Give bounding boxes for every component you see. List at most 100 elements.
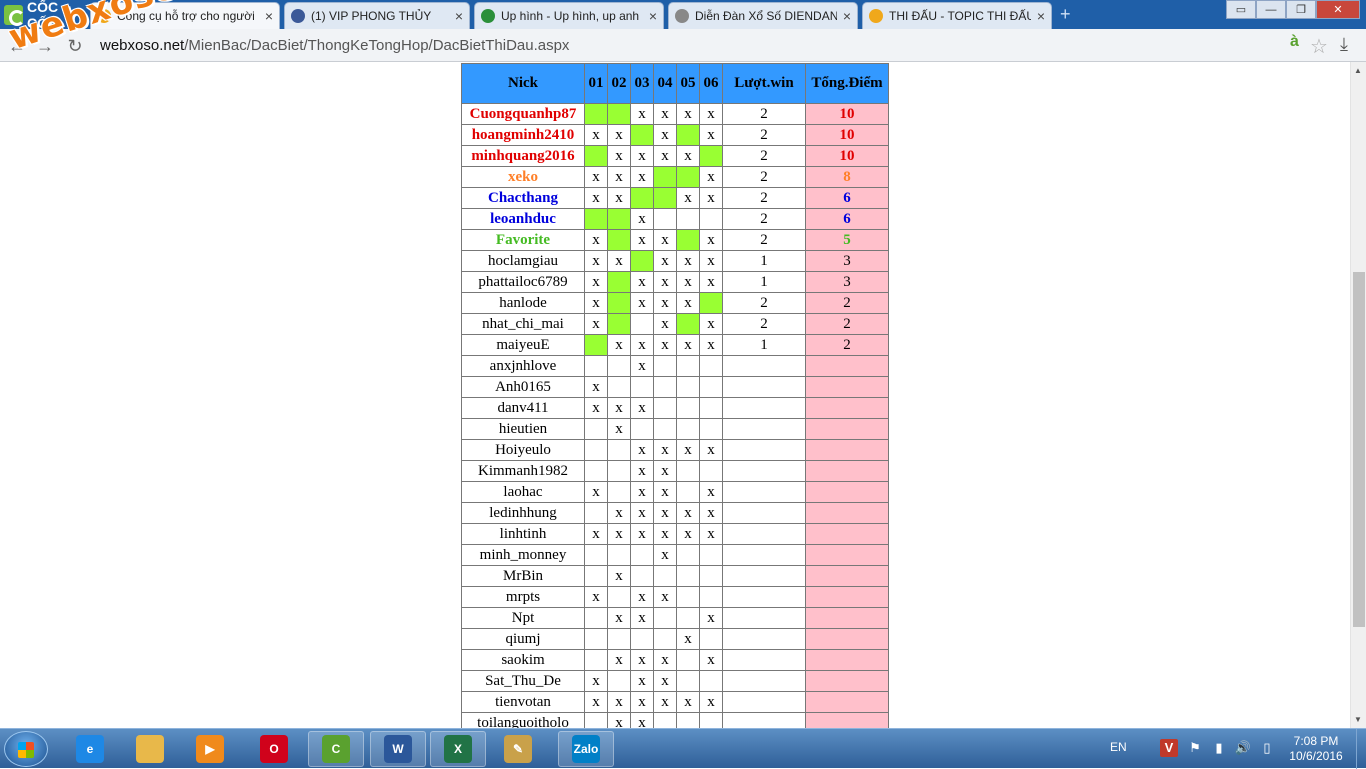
day-cell (607, 439, 631, 461)
day-cell (584, 607, 608, 629)
taskbar-app-button[interactable]: X (430, 731, 486, 767)
table-row: linhtinh x x x x x x (461, 523, 889, 545)
maximize-button[interactable]: ❐ (1286, 0, 1316, 19)
day-cell: x (607, 397, 631, 419)
day-cell (699, 355, 723, 377)
language-indicator[interactable]: EN (1110, 740, 1127, 754)
start-button[interactable] (4, 731, 48, 767)
page-icon (675, 9, 689, 23)
table-header-row: Nick 01 02 03 04 05 06 Lượt.win Tổng.Điểm (461, 63, 889, 104)
flag-icon[interactable]: ⚑ (1186, 739, 1204, 757)
day-cell: x (630, 229, 654, 251)
table-row: saokim x x x x (461, 649, 889, 671)
wins-cell (722, 355, 806, 377)
table-row: Kimmanh1982 x x (461, 460, 889, 482)
scroll-up-icon[interactable]: ▲ (1354, 66, 1362, 75)
day-cell: x (699, 607, 723, 629)
bookmark-star-icon[interactable]: ☆ (1310, 34, 1328, 59)
day-cell (653, 607, 677, 629)
day-cell (676, 649, 700, 671)
url-domain: webxoso.net (100, 37, 185, 54)
excel-icon: X (444, 735, 472, 763)
taskbar-app-button[interactable]: O (246, 731, 302, 767)
taskbar-app-button[interactable]: C (308, 731, 364, 767)
media-player-icon: ▶ (196, 735, 224, 763)
points-cell (805, 439, 889, 461)
table-row: Chacthang x x x x 2 6 (461, 187, 889, 209)
close-tab-icon[interactable]: × (1037, 8, 1045, 24)
points-cell (805, 649, 889, 671)
translate-icon[interactable]: à (1290, 33, 1299, 51)
taskbar-app-button[interactable]: W (370, 731, 426, 767)
battery-icon[interactable]: ▯ (1258, 739, 1276, 757)
day-cell: x (676, 292, 700, 314)
day-cell: x (699, 250, 723, 272)
table-row: MrBin x (461, 565, 889, 587)
day-cell: x (630, 586, 654, 608)
nick-cell: anxjnhlove (461, 355, 585, 377)
nick-cell: Sat_Thu_De (461, 670, 585, 692)
nick-cell: toilanguoitholo (461, 712, 585, 728)
header-day: 06 (699, 63, 723, 104)
scroll-thumb[interactable] (1353, 272, 1365, 627)
volume-icon[interactable]: 🔊 (1234, 739, 1252, 757)
day-cell: x (607, 418, 631, 440)
browser-tab[interactable]: THI ĐẤU - TOPIC THI ĐẤU × (862, 2, 1052, 29)
taskbar-app-button[interactable]: e (62, 731, 118, 767)
show-desktop-button[interactable] (1356, 729, 1366, 769)
day-cell: x (584, 292, 608, 314)
nick-cell: Hoiyeulo (461, 439, 585, 461)
day-cell: x (676, 628, 700, 650)
points-cell: 2 (805, 334, 889, 356)
url-field[interactable]: webxoso.net/MienBac/DacBiet/ThongKeTongH… (100, 35, 569, 57)
wins-cell (722, 586, 806, 608)
table-row: Cuongquanhp87 x x x x 2 10 (461, 103, 889, 125)
browser-tab[interactable]: (1) VIP PHONG THỦY × (284, 2, 470, 29)
close-tab-icon[interactable]: × (843, 8, 851, 24)
close-tab-icon[interactable]: × (265, 8, 273, 24)
day-cell: x (630, 460, 654, 482)
day-cell (699, 397, 723, 419)
day-cell: x (584, 250, 608, 272)
wins-cell: 2 (722, 208, 806, 230)
header-nick: Nick (461, 63, 585, 104)
new-tab-button[interactable]: + (1060, 5, 1078, 23)
browser-tab[interactable]: Up hình - Up hình, up anh × (474, 2, 664, 29)
vertical-scrollbar[interactable]: ▲ ▼ (1350, 62, 1366, 728)
day-cell (584, 460, 608, 482)
day-cell: x (630, 355, 654, 377)
close-window-button[interactable]: ✕ (1316, 0, 1360, 19)
day-cell (653, 355, 677, 377)
wins-cell: 2 (722, 292, 806, 314)
close-tab-icon[interactable]: × (649, 8, 657, 24)
account-icon[interactable]: ▭ (1226, 0, 1256, 19)
system-clock[interactable]: 7:08 PM 10/6/2016 (1284, 734, 1348, 764)
browser-tab[interactable]: Diễn Đàn Xổ Số DIENDAN × (668, 2, 858, 29)
day-cell: x (699, 271, 723, 293)
nick-cell: hieutien (461, 418, 585, 440)
taskbar-app-button[interactable] (122, 731, 178, 767)
network-icon[interactable]: ▮ (1210, 739, 1228, 757)
day-cell: x (630, 145, 654, 167)
day-cell (584, 649, 608, 671)
wins-cell (722, 376, 806, 398)
day-cell: x (699, 124, 723, 146)
day-cell: x (653, 292, 677, 314)
points-cell (805, 712, 889, 728)
vietkey-icon[interactable]: V (1160, 739, 1178, 757)
day-cell: x (676, 691, 700, 713)
wins-cell: 2 (722, 229, 806, 251)
minimize-button[interactable]: — (1256, 0, 1286, 19)
taskbar-app-button[interactable]: ▶ (182, 731, 238, 767)
wins-cell: 1 (722, 250, 806, 272)
scroll-down-icon[interactable]: ▼ (1354, 715, 1362, 724)
nick-cell: danv411 (461, 397, 585, 419)
day-cell (630, 565, 654, 587)
taskbar-app-button[interactable]: Zalo (558, 731, 614, 767)
taskbar-app-button[interactable]: ✎ (490, 731, 546, 767)
close-tab-icon[interactable]: × (455, 8, 463, 24)
download-icon[interactable]: ⤓ (1340, 34, 1348, 55)
wins-cell: 2 (722, 103, 806, 125)
nick-cell: minhquang2016 (461, 145, 585, 167)
win-cell (676, 313, 700, 335)
